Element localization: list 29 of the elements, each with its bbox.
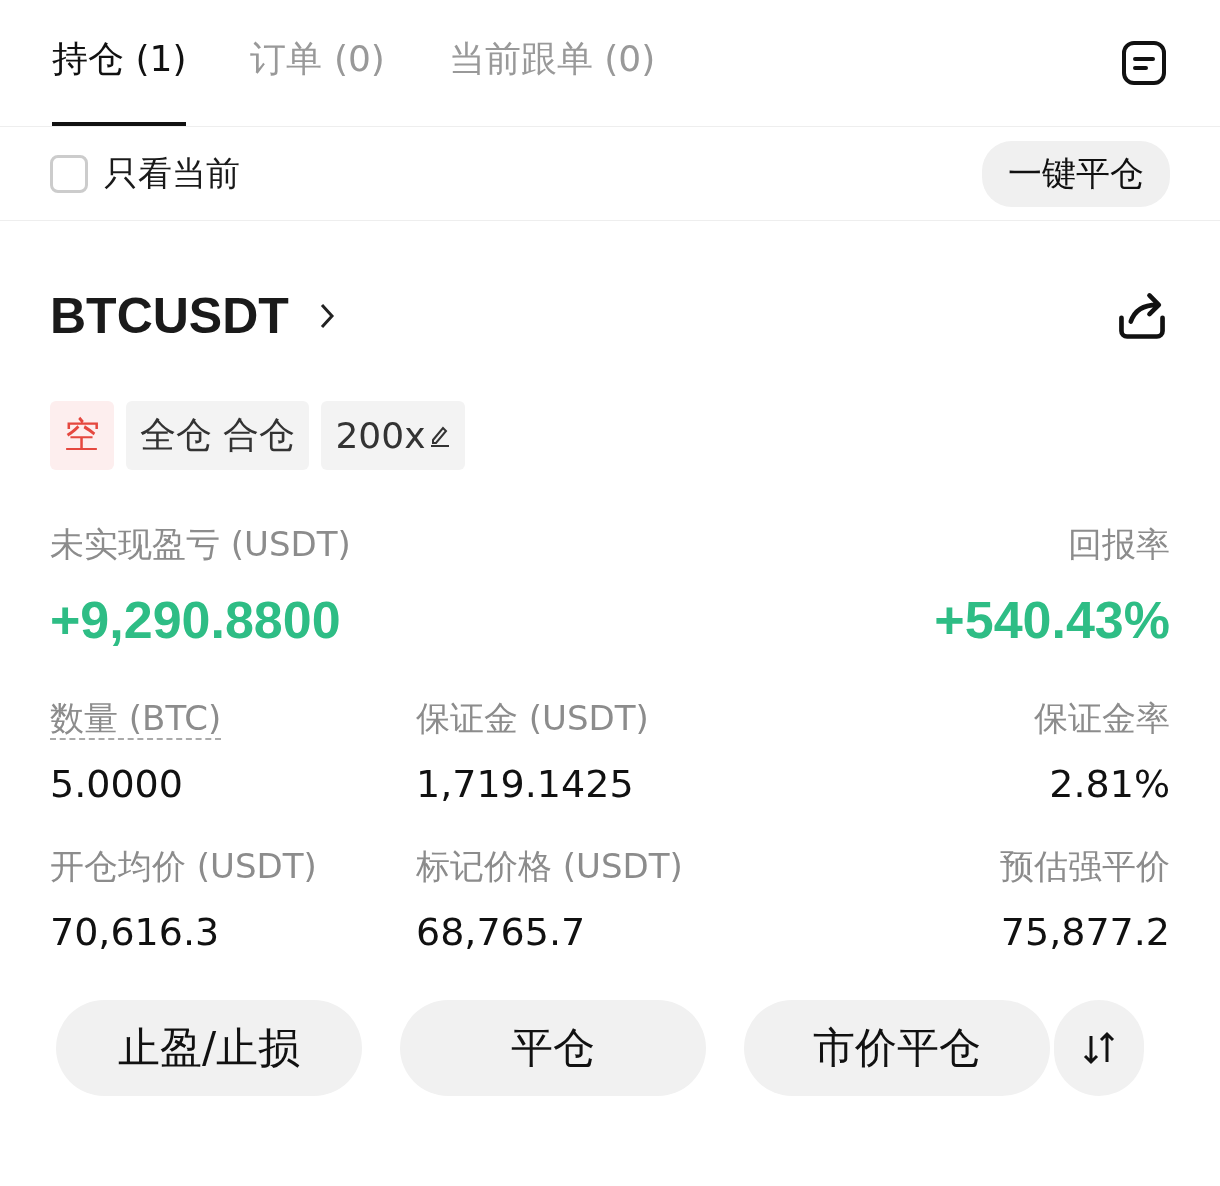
pnl-label: 未实现盈亏 (USDT) xyxy=(50,523,351,566)
pnl-value: +9,290.8800 xyxy=(50,590,342,650)
chevron-right-icon[interactable] xyxy=(318,302,335,330)
stat-label: 标记价格 (USDT) xyxy=(416,846,683,886)
action-button[interactable]: 市价平仓 xyxy=(744,1000,1050,1096)
roe-value: +540.43% xyxy=(934,590,1170,650)
tab[interactable]: 持仓 (1) xyxy=(52,4,187,126)
symbol-title[interactable]: BTCUSDT xyxy=(50,287,289,345)
stat-label: 保证金 (USDT) xyxy=(416,698,649,738)
checkbox-label: 只看当前 xyxy=(104,151,240,195)
stat-value: 75,877.2 xyxy=(999,910,1170,954)
action-button[interactable]: 平仓 xyxy=(400,1000,706,1096)
checkbox[interactable] xyxy=(50,154,88,193)
stat-value: 68,765.7 xyxy=(416,910,587,954)
stat-value: 2.81% xyxy=(1048,762,1170,806)
stat-label: 预估强平价 xyxy=(1000,846,1170,886)
document-icon[interactable] xyxy=(1120,39,1168,87)
stat-label: 数量 (BTC) xyxy=(50,698,222,740)
side-tag: 空 xyxy=(50,401,114,470)
action-button[interactable]: 止盈/止损 xyxy=(56,1000,362,1096)
stat-label: 保证金率 xyxy=(1034,698,1170,738)
leverage-tag[interactable]: 200x xyxy=(321,401,466,470)
stat-value: 70,616.3 xyxy=(50,910,221,954)
stat-label: 开仓均价 (USDT) xyxy=(50,846,317,886)
roe-label: 回报率 xyxy=(1067,523,1170,566)
close-all-button[interactable]: 一键平仓 xyxy=(982,140,1170,207)
stat-value: 1,719.1425 xyxy=(416,762,635,806)
margin-mode-tag: 全仓 合仓 xyxy=(126,401,310,470)
stat-value: 5.0000 xyxy=(50,762,184,806)
